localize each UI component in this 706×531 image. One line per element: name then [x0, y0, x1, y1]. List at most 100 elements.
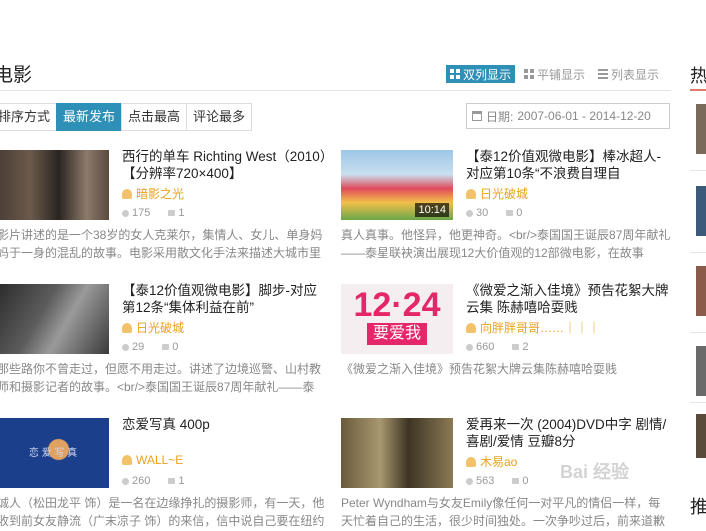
user-icon: [122, 188, 132, 199]
view-count: 29: [132, 341, 145, 353]
comment-icon: [512, 478, 520, 484]
sidebar-title-recommend: 推: [690, 497, 706, 517]
video-thumbnail[interactable]: [0, 150, 109, 220]
author-name: 日光破城: [136, 321, 185, 335]
item-description: 那些路你不曾走过，但愿不用走过。讲述了边境巡警、山村教师和摄影记者的故事。<br…: [0, 362, 322, 394]
sidebar-thumbnail[interactable]: [696, 266, 706, 316]
item-title[interactable]: 【泰12价值观微电影】脚步-对应第12条“集体利益在前”: [122, 282, 328, 316]
sidebar-divider: [690, 252, 706, 253]
item-description: 《微爱之渐入佳境》预告花絮大牌云集陈赫嘻哈耍贱: [341, 362, 618, 376]
comment-count: 0: [516, 207, 523, 219]
item-description: 诚人（松田龙平 饰）是一名在边缘挣扎的摄影师，有一天，他收到前女友静流（广末凉子…: [0, 496, 325, 528]
item-author[interactable]: 木易ao: [466, 453, 517, 470]
item-author[interactable]: 日光破城: [466, 185, 528, 202]
tab-most-clicked[interactable]: 点击最高: [121, 103, 188, 131]
sort-bar: 排序方式 最新发布 点击最高 评论最多: [0, 103, 253, 131]
sidebar-divider: [690, 170, 706, 171]
views-icon: [466, 209, 473, 217]
sidebar-divider: [690, 332, 706, 333]
sidebar-title-hot: 热: [690, 66, 706, 86]
item-description: 真人真事。他怪异，他更神奇。<br/>泰国国王诞辰87周年献礼——泰星联袂演出展…: [341, 228, 671, 260]
view-double-column-button[interactable]: 双列显示: [446, 65, 516, 83]
comment-count: 0: [172, 341, 179, 353]
item-title[interactable]: 【泰12价值观微电影】棒冰超人-对应第10条“不浪费自理自: [466, 148, 672, 182]
item-author[interactable]: WALL~E: [122, 453, 183, 467]
views-icon: [466, 343, 473, 351]
comment-icon: [506, 210, 514, 216]
sort-label: 排序方式: [0, 103, 58, 131]
baidu-watermark: Bai 经验: [560, 462, 630, 482]
sidebar-thumbnail[interactable]: [696, 414, 706, 458]
item-author[interactable]: 向胖胖哥哥……｜｜｜: [466, 319, 600, 336]
tile-icon: [524, 69, 535, 79]
item-title[interactable]: 恋爱写真 400p: [122, 416, 328, 433]
item-stats: 29 0: [122, 341, 178, 353]
user-icon: [122, 322, 132, 333]
view-label: 双列显示: [463, 67, 512, 82]
item-title[interactable]: 西行的单车 Richting West（2010）【分辨率720×400】: [122, 148, 328, 182]
video-thumbnail[interactable]: [0, 284, 109, 354]
views-icon: [122, 477, 129, 485]
item-author[interactable]: 日光破城: [122, 319, 184, 336]
video-thumbnail[interactable]: 恋 爱 写 真: [0, 418, 109, 488]
date-filter[interactable]: 日期: 2007-06-01 - 2014-12-20: [466, 103, 670, 129]
date-range: 2007-06-01 - 2014-12-20: [517, 109, 651, 123]
comment-count: 2: [522, 341, 529, 353]
video-thumbnail[interactable]: 12·24 要爱我: [341, 284, 453, 354]
view-count: 175: [132, 207, 151, 219]
video-thumbnail[interactable]: [341, 418, 453, 488]
item-stats: 563 0: [466, 475, 528, 487]
user-icon: [466, 188, 476, 199]
tab-most-comments[interactable]: 评论最多: [186, 103, 253, 131]
date-label: 日期:: [486, 109, 514, 124]
item-stats: 260 1: [122, 475, 184, 487]
sidebar-divider: [690, 402, 706, 403]
calendar-icon: [472, 111, 482, 121]
item-stats: 30 0: [466, 207, 522, 219]
user-icon: [466, 322, 476, 333]
thumbnail-text: 恋 爱 写 真: [28, 448, 78, 459]
author-name: 暗影之光: [136, 187, 185, 201]
view-switcher: 双列显示 平铺显示 列表显示: [446, 65, 663, 83]
thumbnail-text: 要爱我: [366, 323, 427, 345]
item-stats: 660 2: [466, 341, 528, 353]
item-description: 影片讲述的是一个38岁的女人克莱尔，集情人、女儿、单身妈妈于一身的混乱的故事。电…: [0, 228, 323, 260]
view-count: 260: [132, 475, 151, 487]
item-stats: 175 1: [122, 207, 184, 219]
comment-count: 0: [522, 475, 529, 487]
video-duration: 10:14: [415, 203, 449, 217]
item-description: Peter Wyndham与女友Emily像任何一对平凡的情侣一样，每天忙着自己…: [341, 496, 666, 528]
view-list-button[interactable]: 列表显示: [594, 65, 663, 83]
view-tile-button[interactable]: 平铺显示: [520, 65, 589, 83]
user-icon: [466, 456, 476, 467]
view-label: 平铺显示: [537, 67, 586, 82]
view-count: 660: [476, 341, 495, 353]
comment-icon: [168, 210, 176, 216]
view-count: 563: [476, 475, 495, 487]
comment-icon: [162, 344, 170, 350]
sidebar-thumbnail[interactable]: [696, 104, 706, 154]
view-label: 列表显示: [611, 67, 660, 82]
author-name: 向胖胖哥哥……｜｜｜: [480, 321, 601, 335]
item-title[interactable]: 《微爱之渐入佳境》预告花絮大牌云集 陈赫嘻哈耍贱: [466, 282, 672, 316]
sidebar-thumbnail[interactable]: [696, 346, 706, 396]
author-name: 木易ao: [480, 455, 518, 469]
item-author[interactable]: 暗影之光: [122, 185, 184, 202]
list-icon: [598, 69, 609, 79]
item-title[interactable]: 爱再来一次 (2004)DVD中字 剧情/喜剧/爱情 豆瓣8分: [466, 416, 672, 450]
views-icon: [122, 209, 129, 217]
sidebar-title-underline: [690, 89, 706, 91]
views-icon: [466, 477, 473, 485]
tab-newest[interactable]: 最新发布: [56, 103, 123, 131]
view-count: 30: [476, 207, 489, 219]
comment-count: 1: [178, 475, 185, 487]
comment-count: 1: [178, 207, 185, 219]
views-icon: [122, 343, 129, 351]
header-divider: [0, 90, 671, 91]
grid-icon: [450, 69, 460, 79]
sidebar-thumbnail[interactable]: [696, 186, 706, 236]
video-thumbnail[interactable]: 10:14: [341, 150, 453, 220]
author-name: 日光破城: [480, 187, 529, 201]
section-title: 电影: [0, 65, 33, 86]
thumbnail-text: 12·24: [353, 286, 441, 324]
